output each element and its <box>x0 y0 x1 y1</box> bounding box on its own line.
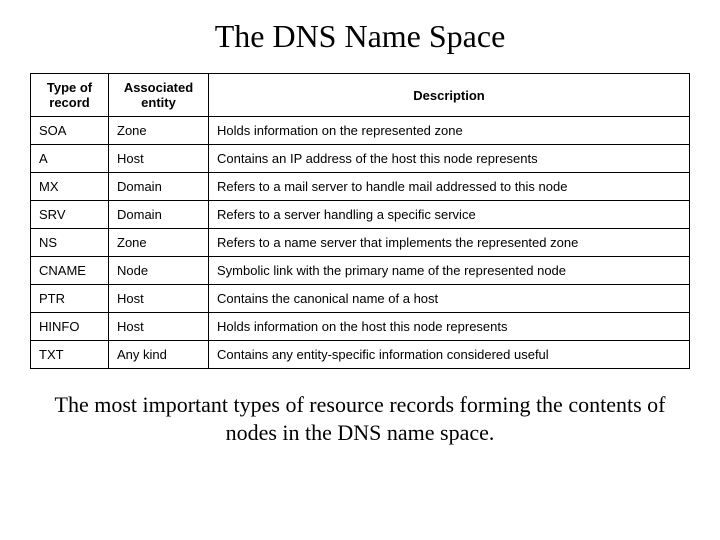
cell-type: NS <box>31 229 109 257</box>
table-row: PTR Host Contains the canonical name of … <box>31 285 690 313</box>
table-row: HINFO Host Holds information on the host… <box>31 313 690 341</box>
col-header-entity: Associated entity <box>109 74 209 117</box>
cell-type: TXT <box>31 341 109 369</box>
table-row: SRV Domain Refers to a server handling a… <box>31 201 690 229</box>
cell-desc: Contains any entity-specific information… <box>209 341 690 369</box>
cell-desc: Refers to a mail server to handle mail a… <box>209 173 690 201</box>
cell-entity: Host <box>109 145 209 173</box>
cell-type: HINFO <box>31 313 109 341</box>
table-row: TXT Any kind Contains any entity-specifi… <box>31 341 690 369</box>
dns-record-table: Type of record Associated entity Descrip… <box>30 73 690 369</box>
cell-type: CNAME <box>31 257 109 285</box>
cell-type: A <box>31 145 109 173</box>
cell-desc: Holds information on the represented zon… <box>209 117 690 145</box>
cell-entity: Node <box>109 257 209 285</box>
cell-desc: Refers to a server handling a specific s… <box>209 201 690 229</box>
cell-entity: Domain <box>109 201 209 229</box>
cell-entity: Zone <box>109 229 209 257</box>
cell-entity: Domain <box>109 173 209 201</box>
table-row: A Host Contains an IP address of the hos… <box>31 145 690 173</box>
table-row: SOA Zone Holds information on the repres… <box>31 117 690 145</box>
table-row: MX Domain Refers to a mail server to han… <box>31 173 690 201</box>
cell-type: MX <box>31 173 109 201</box>
cell-type: SRV <box>31 201 109 229</box>
table-row: NS Zone Refers to a name server that imp… <box>31 229 690 257</box>
cell-type: PTR <box>31 285 109 313</box>
col-header-type: Type of record <box>31 74 109 117</box>
caption-text: The most important types of resource rec… <box>30 391 690 446</box>
cell-desc: Contains the canonical name of a host <box>209 285 690 313</box>
cell-desc: Contains an IP address of the host this … <box>209 145 690 173</box>
cell-desc: Holds information on the host this node … <box>209 313 690 341</box>
cell-entity: Zone <box>109 117 209 145</box>
table-row: CNAME Node Symbolic link with the primar… <box>31 257 690 285</box>
page-title: The DNS Name Space <box>30 18 690 55</box>
cell-entity: Any kind <box>109 341 209 369</box>
cell-entity: Host <box>109 313 209 341</box>
cell-type: SOA <box>31 117 109 145</box>
slide: The DNS Name Space Type of record Associ… <box>0 0 720 540</box>
cell-entity: Host <box>109 285 209 313</box>
cell-desc: Symbolic link with the primary name of t… <box>209 257 690 285</box>
cell-desc: Refers to a name server that implements … <box>209 229 690 257</box>
col-header-desc: Description <box>209 74 690 117</box>
table-header-row: Type of record Associated entity Descrip… <box>31 74 690 117</box>
